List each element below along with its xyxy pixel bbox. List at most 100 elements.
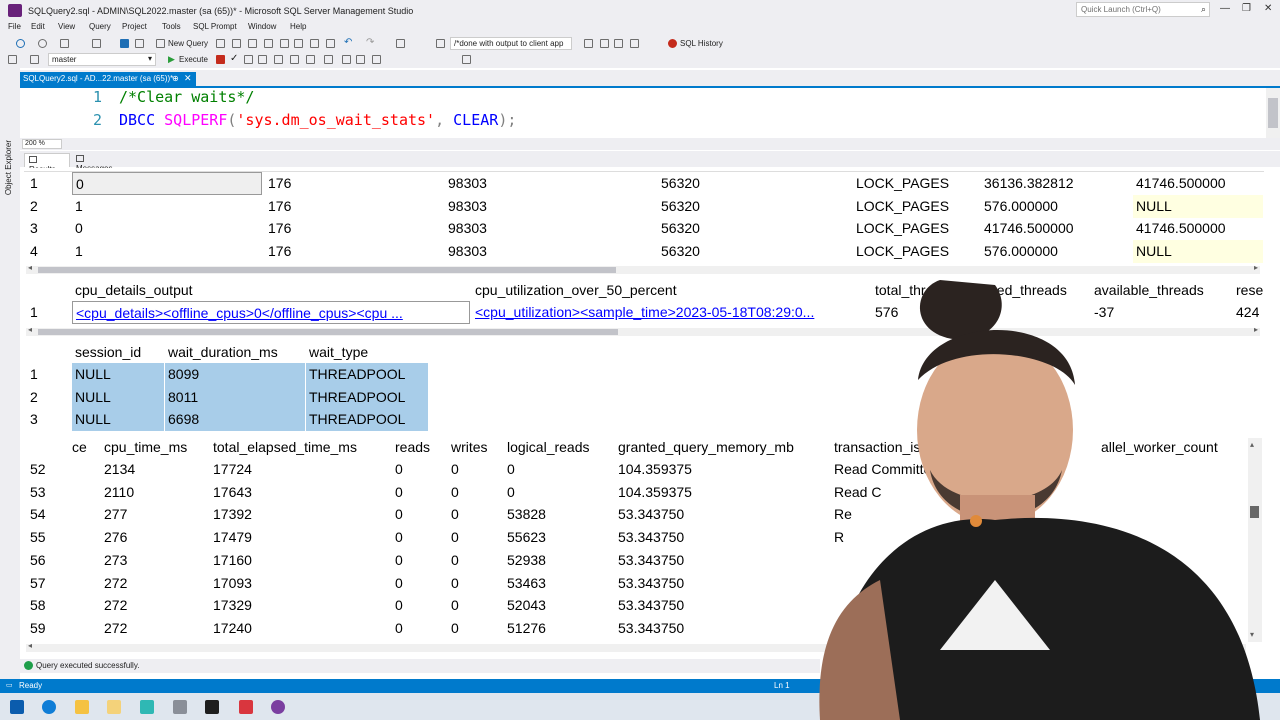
grid-cell[interactable]: 0 [392, 481, 446, 504]
indent-icon[interactable] [372, 55, 381, 64]
execute-icon[interactable]: ▶ [168, 54, 175, 65]
grid-cell[interactable]: 17392 [210, 503, 390, 526]
column-header[interactable]: cpu_time_ms [101, 436, 207, 459]
table-row[interactable]: 2 1 176 98303 56320 LOCK_PAGES 576.000000 NULL [24, 194, 1264, 218]
grid1-scroll-thumb[interactable] [38, 267, 616, 273]
menu-sql-prompt[interactable]: SQL Prompt [193, 22, 237, 31]
grid-cell[interactable]: 0 [392, 594, 446, 617]
grid-cell[interactable]: 576.000000 [981, 240, 1131, 263]
grid-cell[interactable]: 0 [448, 526, 502, 549]
grid-cell[interactable]: 0 [504, 481, 612, 504]
grid-cell[interactable]: THREADPOOL [306, 385, 428, 409]
grid-cell[interactable]: 272 [101, 617, 207, 640]
query-designer-icon[interactable] [258, 55, 267, 64]
zoom-select[interactable]: 200 % [22, 139, 62, 149]
remote-desktop-icon[interactable] [173, 700, 187, 714]
pin-icon[interactable]: ⊕ [172, 74, 179, 83]
cut-icon[interactable] [294, 39, 303, 48]
grid-cell[interactable]: 176 [265, 195, 443, 218]
grid-cell[interactable]: NULL [72, 408, 164, 432]
grid-cell[interactable]: 17240 [210, 617, 390, 640]
solution-explorer-icon[interactable] [396, 39, 405, 48]
forward-icon[interactable] [38, 39, 47, 48]
grid1-hscrollbar[interactable]: ◂ ▸ [26, 263, 1260, 274]
tab-results[interactable]: Results [24, 153, 70, 174]
grid-cell[interactable]: NULL [1133, 194, 1263, 218]
grid-cell[interactable]: 0 [392, 617, 446, 640]
menu-view[interactable]: View [58, 22, 75, 31]
grid-cell[interactable]: 276 [101, 526, 207, 549]
undo-icon[interactable]: ↶ [344, 37, 352, 48]
execute-button[interactable]: Execute [179, 55, 208, 64]
grid-cell[interactable]: 277 [101, 503, 207, 526]
editor-scroll-thumb[interactable] [1268, 98, 1278, 128]
grid-cell[interactable]: NULL [72, 363, 164, 386]
grid-cell[interactable]: 272 [101, 594, 207, 617]
scroll-right-icon[interactable]: ▸ [1254, 263, 1258, 272]
grid-cell[interactable]: 36136.382812 [981, 172, 1131, 195]
grid-cell[interactable]: 52043 [504, 594, 612, 617]
menu-project[interactable]: Project [122, 22, 147, 31]
scroll-left-icon[interactable]: ◂ [28, 263, 32, 272]
grid-cell[interactable]: 98303 [445, 240, 655, 263]
grid-cell[interactable]: 51276 [504, 617, 612, 640]
query-editor[interactable]: 1 /*Clear waits*/ 2 DBCC SQLPERF('sys.dm… [20, 88, 1266, 138]
menu-edit[interactable]: Edit [31, 22, 45, 31]
purple-app-icon[interactable] [271, 700, 285, 714]
grid-cell[interactable]: 0 [392, 503, 446, 526]
close-window-icon[interactable]: ✕ [1264, 3, 1272, 14]
find-icon[interactable] [436, 39, 445, 48]
editor-scrollbar[interactable] [1266, 88, 1280, 138]
grid-cell[interactable]: 0 [448, 617, 502, 640]
back-icon[interactable] [16, 39, 25, 48]
grid-cell[interactable]: 56320 [658, 217, 850, 240]
windows-start-icon[interactable] [10, 700, 24, 714]
results-to-file-icon[interactable] [306, 55, 315, 64]
object-explorer-tab[interactable]: Object Explorer [4, 140, 13, 195]
grid-cell[interactable]: 0 [72, 217, 262, 240]
sql-history-icon[interactable] [668, 39, 677, 48]
grid-cell[interactable]: LOCK_PAGES [853, 240, 978, 263]
cancel-query-icon[interactable] [216, 55, 225, 64]
terminal-icon[interactable] [205, 700, 219, 714]
grid-cell[interactable]: 1 [72, 240, 262, 263]
uncomment-icon[interactable] [356, 55, 365, 64]
grid-cell[interactable]: 56320 [658, 172, 850, 195]
maximize-icon[interactable]: ❐ [1242, 3, 1251, 14]
grid-cell[interactable]: 41746.500000 [1133, 217, 1263, 240]
grid-cell[interactable]: 17479 [210, 526, 390, 549]
analysis-query-icon[interactable] [232, 39, 241, 48]
column-header[interactable]: total_elapsed_time_ms [210, 436, 390, 459]
grid-cell[interactable]: 1 [72, 195, 262, 218]
grid-cell[interactable]: 0 [392, 526, 446, 549]
grid-cell[interactable]: 56320 [658, 195, 850, 218]
grid-cell[interactable]: 17160 [210, 549, 390, 572]
column-header[interactable]: session_id [72, 341, 164, 364]
column-header[interactable]: wait_type [306, 341, 428, 364]
grid-cell[interactable]: 98303 [445, 172, 655, 195]
grid-cell[interactable]: NULL [72, 385, 164, 409]
grid-cell[interactable]: 53828 [504, 503, 612, 526]
mdx-query-icon[interactable] [248, 39, 257, 48]
grid-cell[interactable]: 0 [448, 503, 502, 526]
column-header[interactable]: reads [392, 436, 446, 459]
grid-cell[interactable]: 576.000000 [981, 195, 1131, 218]
results-to-text-icon[interactable] [274, 55, 283, 64]
grid-cell[interactable]: 17093 [210, 572, 390, 595]
table-row[interactable]: 1 0 176 98303 56320 LOCK_PAGES 36136.382812 417… [24, 172, 1264, 195]
grid-cell[interactable]: 0 [392, 458, 446, 481]
grid-cell[interactable]: 0 [448, 549, 502, 572]
connect-icon[interactable] [8, 55, 17, 64]
minimize-icon[interactable]: — [1220, 3, 1230, 14]
grid-cell[interactable]: THREADPOOL [306, 408, 428, 432]
column-header[interactable]: cpu_details_output [72, 279, 470, 302]
dmx-query-icon[interactable] [264, 39, 273, 48]
grid-cell[interactable]: LOCK_PAGES [853, 195, 978, 218]
column-header[interactable]: wait_duration_ms [165, 341, 305, 364]
save-icon[interactable] [120, 39, 129, 48]
grid-cell[interactable]: 56320 [658, 240, 850, 263]
grid-cell[interactable]: 17329 [210, 594, 390, 617]
db-query-icon[interactable] [216, 39, 225, 48]
grid-cell[interactable]: 272 [101, 572, 207, 595]
comment-icon[interactable] [342, 55, 351, 64]
